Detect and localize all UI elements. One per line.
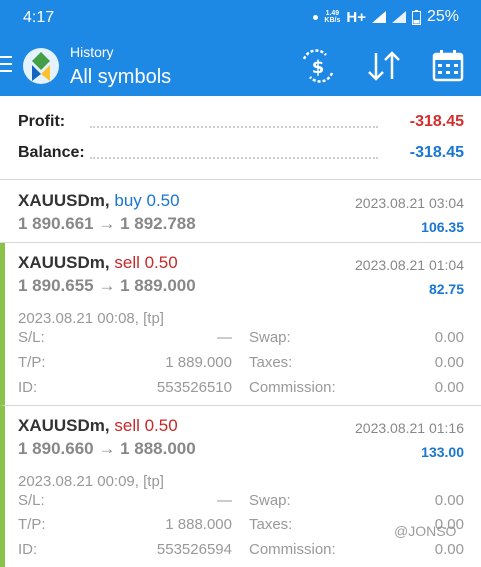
profit-row: Profit: -318.45 — [18, 113, 464, 137]
network-speed-value: 1.49 — [325, 10, 340, 17]
trade-price: 1 890.655 → 1 889.000 — [18, 276, 196, 295]
trade-symbol: XAUUSDm, sell 0.50 — [18, 416, 178, 436]
sl-value: — — [217, 329, 232, 346]
toolbar: History All symbols $ — [0, 34, 481, 96]
network-type: H+ — [346, 8, 366, 26]
dotted-leader — [90, 126, 378, 128]
tp-label: T/P: — [18, 354, 46, 371]
status-bar: 4:17 1.49 KB/s H+ 25% — [0, 0, 481, 34]
taxes-label: Taxes: — [249, 516, 293, 533]
id-value: 553526594 — [156, 541, 232, 558]
trade-open-time: 2023.08.21 00:09, [tp] — [18, 473, 164, 490]
detail-row-id: ID: 553526510 Commission: 0.00 — [18, 379, 464, 399]
trade-time: 2023.08.21 03:04 — [355, 195, 464, 211]
menu-icon[interactable] — [0, 56, 12, 74]
app-logo[interactable] — [22, 47, 60, 85]
balance-label: Balance: — [18, 144, 85, 161]
trade-profit: 82.75 — [428, 281, 464, 297]
balance-row: Balance: -318.45 — [18, 144, 464, 168]
trade-time: 2023.08.21 01:04 — [355, 257, 464, 273]
trade-symbol: XAUUSDm, buy 0.50 — [18, 191, 180, 211]
id-value: 553526510 — [156, 379, 232, 396]
summary-panel: Profit: -318.45 Balance: -318.45 — [0, 96, 481, 180]
detail-row-tp: T/P: 1 889.000 Taxes: 0.00 — [18, 354, 464, 374]
calendar-icon[interactable] — [428, 47, 468, 85]
signal-icon — [371, 11, 386, 23]
detail-row-sl: S/L: — Swap: 0.00 — [18, 492, 464, 512]
trade-type: sell 0.50 — [114, 416, 178, 435]
battery-percent: 25% — [426, 8, 459, 25]
trade-row[interactable]: XAUUSDm, sell 0.50 1 890.655 → 1 889.000… — [0, 243, 481, 406]
profit-value: -318.45 — [409, 113, 464, 130]
tp-label: T/P: — [18, 516, 46, 533]
id-label: ID: — [18, 541, 38, 558]
detail-row-id: ID: 553526594 Commission: 0.00 — [18, 541, 464, 561]
sl-value: — — [217, 492, 232, 509]
trade-type: buy 0.50 — [114, 191, 180, 210]
currency-filter-icon[interactable]: $ — [298, 47, 338, 85]
sort-icon[interactable] — [364, 47, 404, 85]
commission-label: Commission: — [249, 379, 336, 396]
balance-value: -318.45 — [409, 144, 464, 161]
notification-dot-icon — [313, 14, 319, 20]
trade-price: 1 890.661 → 1 892.788 — [18, 214, 196, 233]
profit-label: Profit: — [18, 113, 66, 130]
sl-label: S/L: — [18, 329, 45, 346]
commission-value: 0.00 — [434, 541, 464, 558]
tp-value: 1 888.000 — [165, 516, 232, 533]
network-speed-unit: KB/s — [324, 17, 341, 24]
symbol-text: XAUUSDm, — [18, 191, 110, 210]
network-speed: 1.49 KB/s — [324, 10, 340, 24]
trade-row[interactable]: XAUUSDm, buy 0.50 1 890.661 → 1 892.788 … — [0, 181, 481, 243]
signal-icon-secondary — [391, 11, 406, 23]
symbol-text: XAUUSDm, — [18, 253, 110, 272]
id-label: ID: — [18, 379, 38, 396]
trade-profit: 133.00 — [421, 444, 464, 460]
swap-value: 0.00 — [434, 492, 464, 509]
trade-symbol: XAUUSDm, sell 0.50 — [18, 253, 178, 273]
status-time: 4:17 — [23, 9, 55, 26]
swap-label: Swap: — [249, 329, 291, 346]
taxes-label: Taxes: — [249, 354, 293, 371]
trade-price: 1 890.660 → 1 888.000 — [18, 439, 196, 458]
symbol-text: XAUUSDm, — [18, 416, 110, 435]
tp-value: 1 889.000 — [165, 354, 232, 371]
commission-label: Commission: — [249, 541, 336, 558]
commission-value: 0.00 — [434, 379, 464, 396]
svg-text:$: $ — [312, 57, 325, 78]
taxes-value: 0.00 — [434, 354, 464, 371]
battery-icon — [411, 9, 421, 25]
watermark: @JONSO — [394, 523, 457, 539]
trade-open-time: 2023.08.21 00:08, [tp] — [18, 310, 164, 327]
trade-type: sell 0.50 — [114, 253, 178, 272]
trade-time: 2023.08.21 01:16 — [355, 420, 464, 436]
status-indicators: 1.49 KB/s H+ 25% — [313, 8, 459, 26]
trade-profit: 106.35 — [421, 219, 464, 235]
swap-value: 0.00 — [434, 329, 464, 346]
swap-label: Swap: — [249, 492, 291, 509]
sl-label: S/L: — [18, 492, 45, 509]
toolbar-subtitle: History — [70, 44, 114, 60]
trade-row[interactable]: XAUUSDm, sell 0.50 1 890.660 → 1 888.000… — [0, 406, 481, 567]
toolbar-title[interactable]: All symbols — [70, 66, 171, 89]
dotted-leader — [90, 157, 378, 159]
detail-row-sl: S/L: — Swap: 0.00 — [18, 329, 464, 349]
